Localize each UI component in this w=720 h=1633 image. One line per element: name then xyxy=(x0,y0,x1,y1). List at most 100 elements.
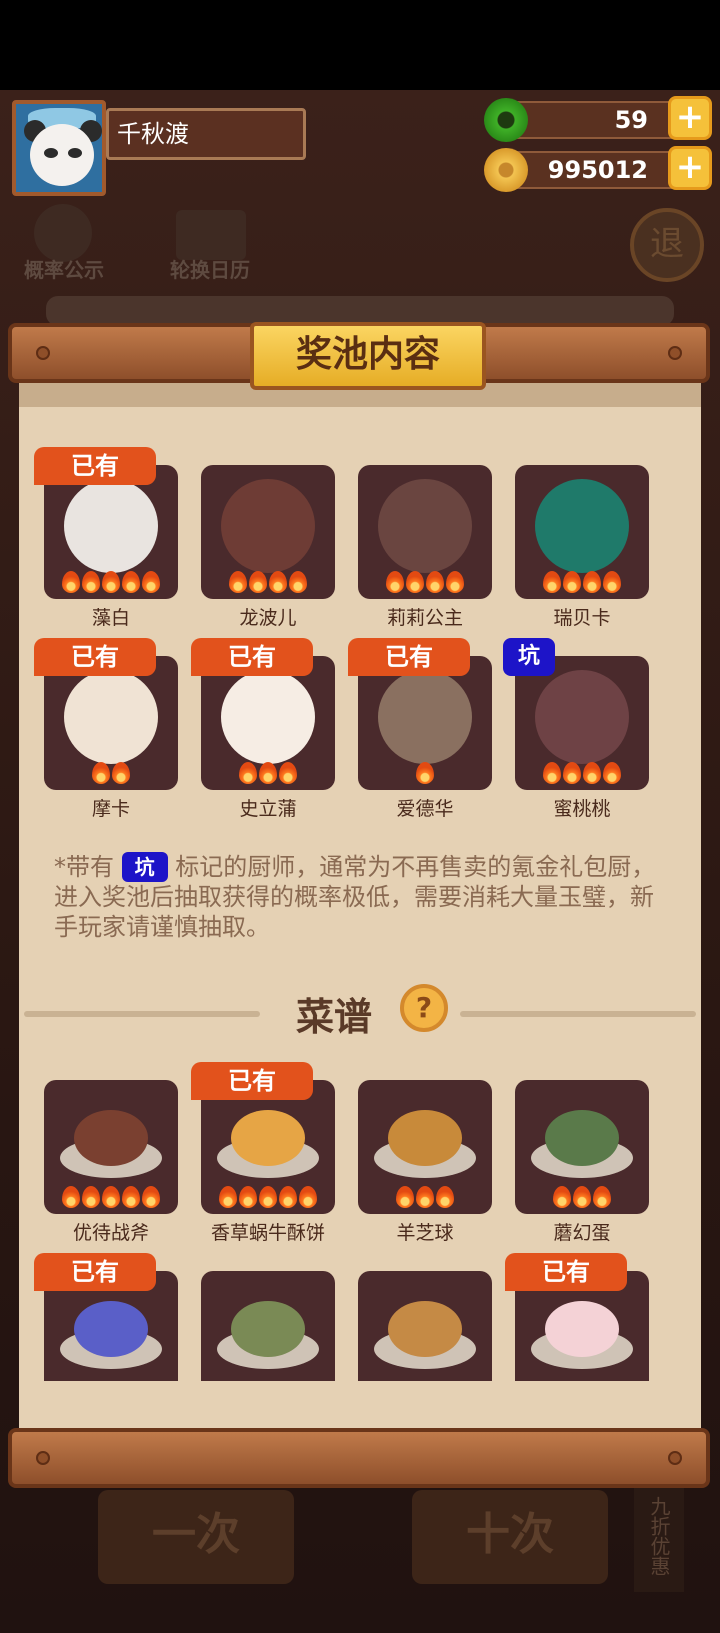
divider-left xyxy=(24,1011,260,1017)
flame-icon xyxy=(416,1186,434,1208)
flame-icon xyxy=(259,762,277,784)
recipe-portrait xyxy=(545,1301,619,1357)
flame-icon xyxy=(102,1186,120,1208)
flame-icon xyxy=(239,762,257,784)
coin-icon xyxy=(484,148,528,192)
flame-icon xyxy=(406,571,424,593)
avatar-face xyxy=(30,124,94,186)
flame-icon xyxy=(426,571,444,593)
chef-portrait xyxy=(378,670,472,764)
pit-badge-inline: 坑 xyxy=(121,852,168,882)
flame-icon xyxy=(279,762,297,784)
recipe-portrait xyxy=(231,1110,305,1166)
chef-card[interactable] xyxy=(44,465,178,599)
chef-portrait xyxy=(64,670,158,764)
recipes-title: 菜谱 xyxy=(296,995,373,1039)
owned-badge: 已有 xyxy=(191,638,313,676)
chef-card[interactable] xyxy=(201,656,335,790)
calendar-icon xyxy=(176,210,246,260)
chef-portrait xyxy=(221,479,315,573)
flame-icon xyxy=(583,762,601,784)
chef-card[interactable] xyxy=(201,465,335,599)
avatar[interactable] xyxy=(12,100,106,196)
star-rating xyxy=(515,762,649,788)
chef-name: 史立蒲 xyxy=(239,798,297,820)
chef-portrait xyxy=(535,670,629,764)
add-jade-button[interactable]: + xyxy=(668,96,712,140)
recipe-portrait xyxy=(74,1301,148,1357)
divider-right xyxy=(460,1011,696,1017)
owned-badge: 已有 xyxy=(505,1253,627,1291)
star-rating xyxy=(201,571,335,597)
star-rating xyxy=(515,571,649,597)
flame-icon xyxy=(553,1186,571,1208)
star-rating xyxy=(358,1186,492,1212)
chef-card[interactable] xyxy=(358,656,492,790)
chef-card[interactable] xyxy=(44,656,178,790)
owned-badge: 已有 xyxy=(348,638,470,676)
flame-icon xyxy=(416,762,434,784)
recipe-card[interactable] xyxy=(201,1271,335,1381)
flame-icon xyxy=(543,571,561,593)
chef-card[interactable] xyxy=(358,465,492,599)
flame-icon xyxy=(543,762,561,784)
flame-icon xyxy=(386,571,404,593)
recipe-name: 羊芝球 xyxy=(396,1222,454,1244)
add-coin-button[interactable]: + xyxy=(668,146,712,190)
bolt-icon xyxy=(668,346,682,360)
flame-icon xyxy=(142,571,160,593)
flame-icon xyxy=(563,762,581,784)
chef-name: 莉莉公主 xyxy=(386,607,463,629)
recipe-portrait xyxy=(74,1110,148,1166)
star-rating xyxy=(201,762,335,788)
flame-icon xyxy=(289,571,307,593)
status-bar-area xyxy=(0,0,720,90)
draw-once-button[interactable]: 一次 xyxy=(98,1490,294,1584)
chef-portrait xyxy=(378,479,472,573)
probability-button[interactable]: 概率公示 xyxy=(14,254,114,283)
recipe-portrait xyxy=(388,1110,462,1166)
recipe-card[interactable] xyxy=(358,1080,492,1214)
chef-name: 龙波儿 xyxy=(239,607,297,629)
star-rating xyxy=(44,571,178,597)
recipe-portrait xyxy=(545,1110,619,1166)
flame-icon xyxy=(82,1186,100,1208)
star-rating xyxy=(44,1186,178,1212)
flame-icon xyxy=(142,1186,160,1208)
flame-icon xyxy=(396,1186,414,1208)
chef-name: 蜜桃桃 xyxy=(553,798,611,820)
recipe-card[interactable] xyxy=(515,1080,649,1214)
chef-card[interactable] xyxy=(515,656,649,790)
draw-ten-button[interactable]: 十次 xyxy=(412,1490,608,1584)
panel-bottom-frame xyxy=(8,1428,710,1488)
chef-portrait xyxy=(535,479,629,573)
owned-badge: 已有 xyxy=(34,1253,156,1291)
recipe-portrait xyxy=(231,1301,305,1357)
bolt-icon xyxy=(36,1451,50,1465)
player-name: 千秋渡 xyxy=(106,108,306,160)
chef-card[interactable] xyxy=(515,465,649,599)
recipe-card[interactable] xyxy=(358,1271,492,1381)
recipe-card[interactable] xyxy=(44,1080,178,1214)
flame-icon xyxy=(92,762,110,784)
owned-badge: 已有 xyxy=(191,1062,313,1100)
flame-icon xyxy=(583,571,601,593)
flame-icon xyxy=(122,571,140,593)
flame-icon xyxy=(259,1186,277,1208)
avatar-eye xyxy=(68,148,82,158)
exit-button[interactable]: 退 xyxy=(630,208,704,282)
chef-name: 摩卡 xyxy=(91,798,130,820)
pit-badge: 坑 xyxy=(503,638,555,676)
flame-icon xyxy=(299,1186,317,1208)
help-button[interactable]: ? xyxy=(400,984,448,1032)
flame-icon xyxy=(239,1186,257,1208)
flame-icon xyxy=(436,1186,454,1208)
recipe-name: 优待战斧 xyxy=(72,1222,149,1244)
recipe-card[interactable] xyxy=(201,1080,335,1214)
panel-title: 奖池内容 xyxy=(250,322,486,390)
calendar-button[interactable]: 轮换日历 xyxy=(160,254,260,283)
flame-icon xyxy=(112,762,130,784)
flame-icon xyxy=(593,1186,611,1208)
recipe-name: 蘑幻蛋 xyxy=(553,1222,611,1244)
chef-portrait xyxy=(221,670,315,764)
